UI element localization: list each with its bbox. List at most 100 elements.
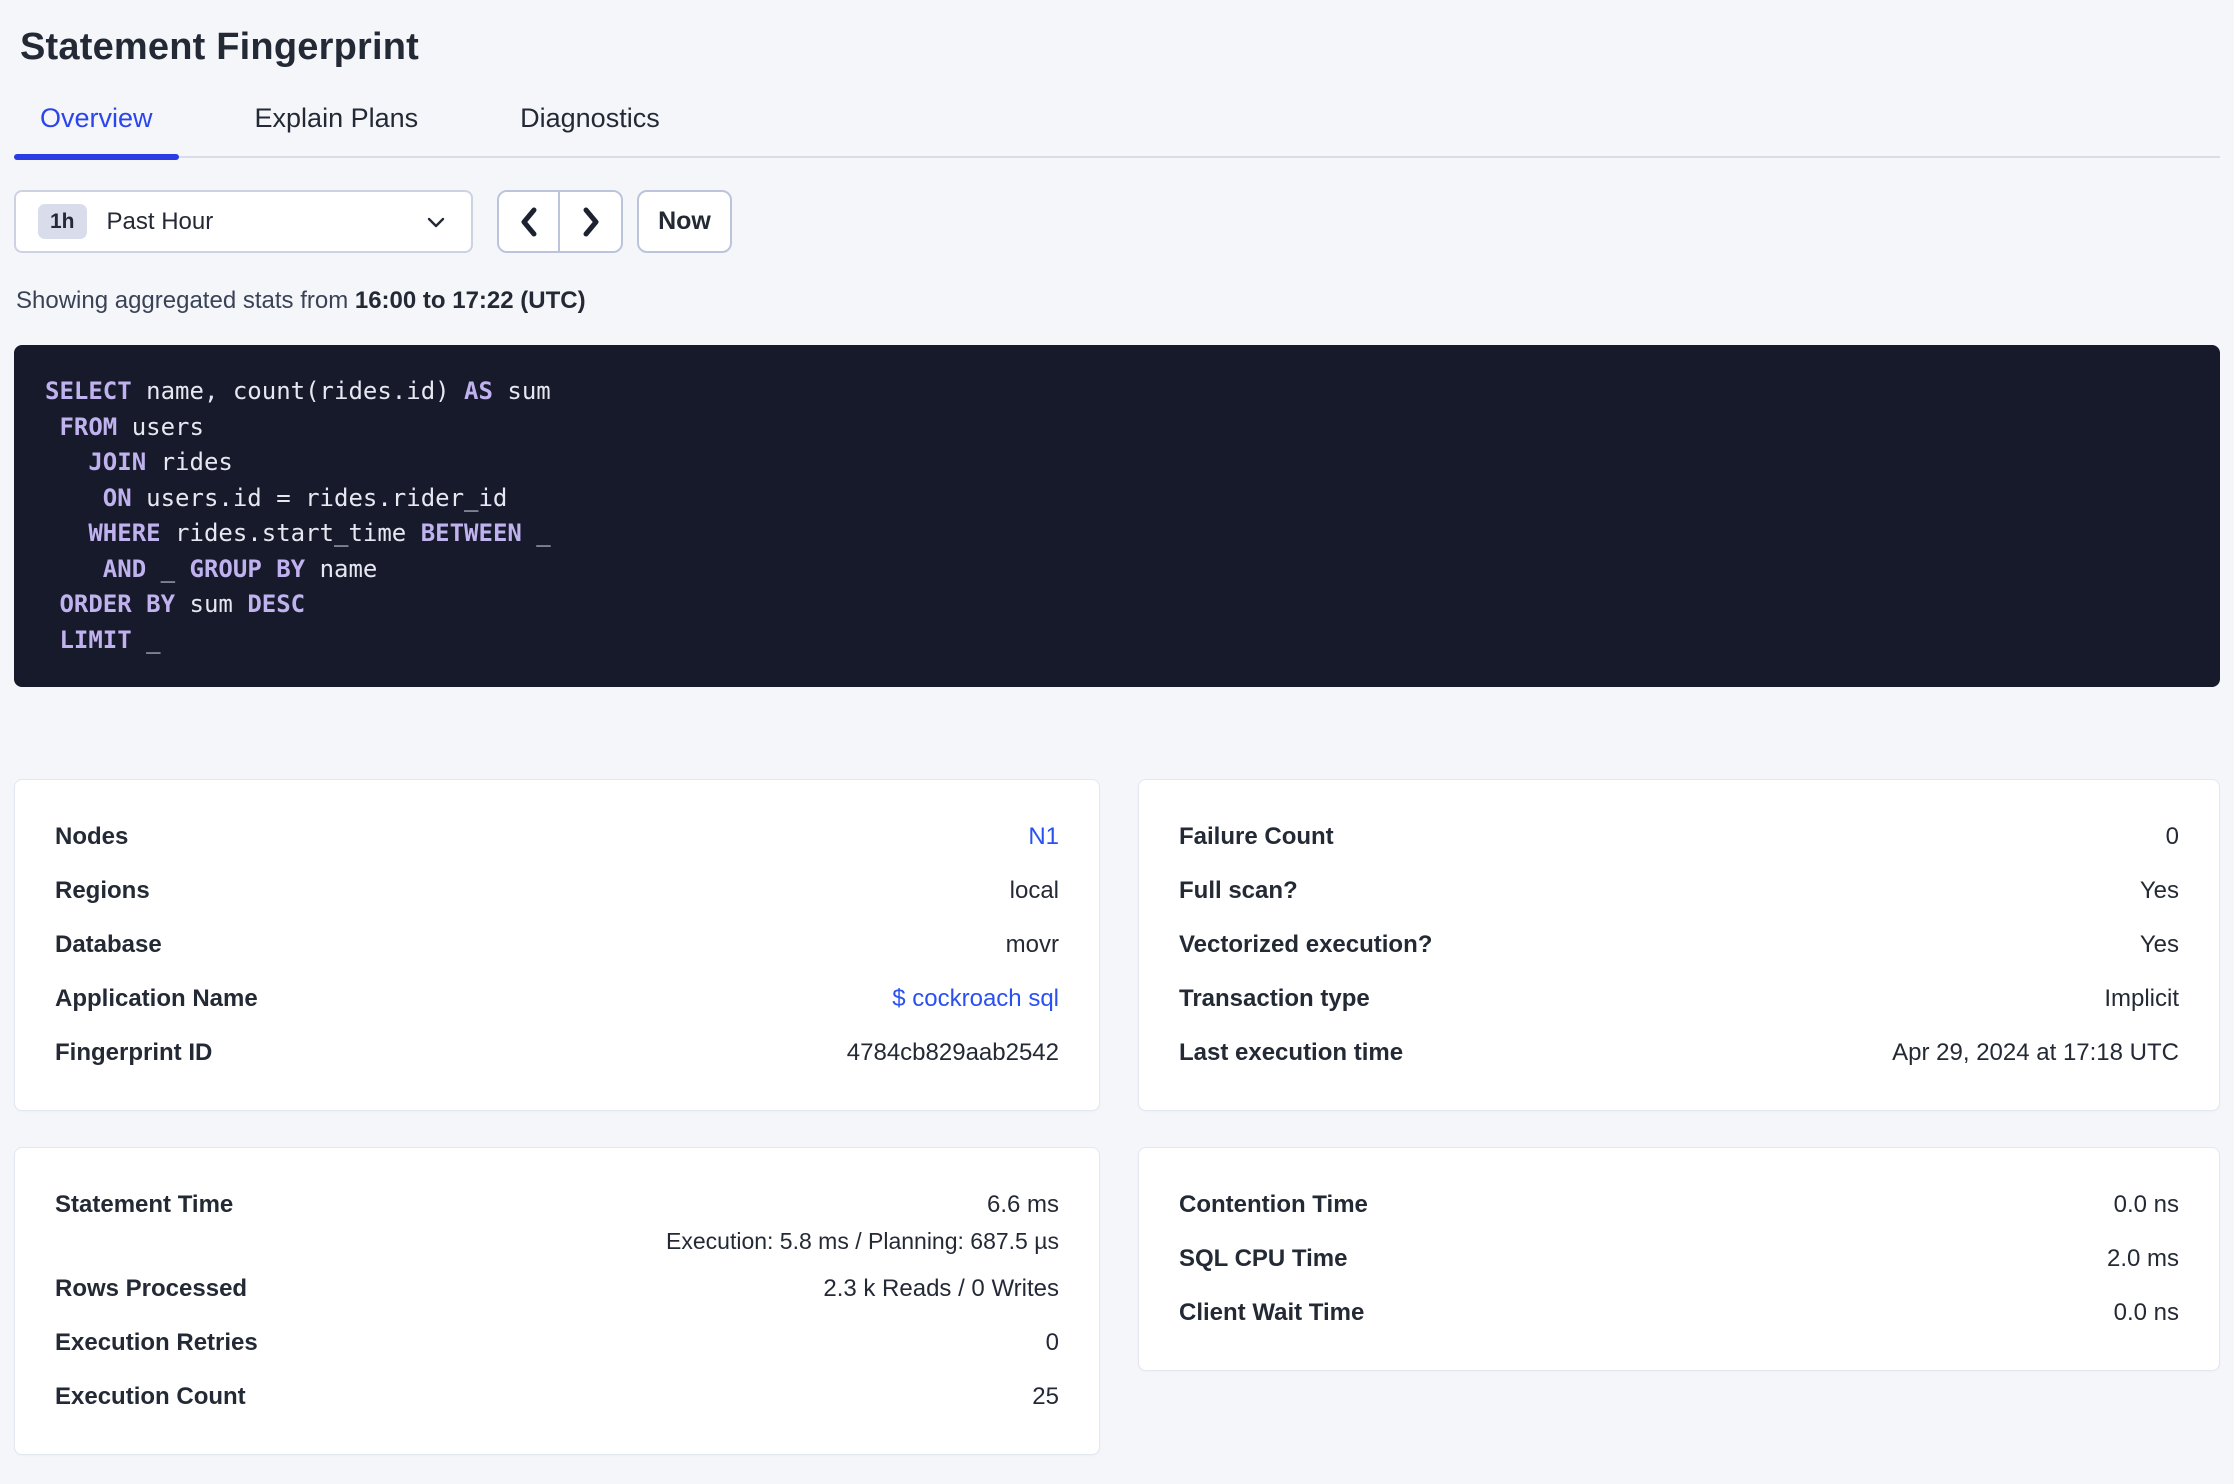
card-row-value-wrap: Yes <box>2140 918 2179 972</box>
previous-time-button[interactable] <box>499 192 560 251</box>
card-row-label: Client Wait Time <box>1179 1299 1365 1326</box>
card-row-label: Nodes <box>55 823 129 850</box>
card-row-value: 0 <box>2165 823 2179 850</box>
card-row-label: Execution Retries <box>55 1329 258 1356</box>
card-row-value-wrap: $ cockroach sql <box>892 972 1059 1026</box>
card-row: Fingerprint ID 4784cb829aab2542 <box>55 1026 1059 1080</box>
statement-fingerprint-page: Statement Fingerprint Overview Explain P… <box>0 26 2234 1455</box>
card-row-value: Yes <box>2139 931 2179 958</box>
overview-cards-row: Nodes N1 Regions local Database movr Applicati… <box>14 779 2220 1111</box>
now-button[interactable]: Now <box>637 190 732 253</box>
execution-attributes-card: Failure Count 0 Full scan? Yes Vectorized ex… <box>1138 779 2220 1111</box>
aggregated-stats-line: Showing aggregated stats from 16:00 to 1… <box>16 287 2220 315</box>
card-row-value: 0 <box>1045 1329 1059 1356</box>
card-row: Failure Count 0 <box>1179 810 2179 864</box>
card-row-label: Statement Time <box>55 1191 234 1218</box>
card-row-label: Regions <box>55 877 150 904</box>
card-row: Transaction type Implicit <box>1179 972 2179 1026</box>
card-row: Database movr <box>55 918 1059 972</box>
card-row-value-wrap: Apr 29, 2024 at 17:18 UTC <box>1892 1026 2179 1080</box>
page-title: Statement Fingerprint <box>20 26 420 68</box>
card-row-value: 0.0 ns <box>2113 1191 2179 1218</box>
card-row-value: Yes <box>2139 877 2179 904</box>
card-row-value-link[interactable]: $ cockroach sql <box>892 985 1059 1012</box>
chevron-down-icon <box>427 217 445 227</box>
card-row-label: Fingerprint ID <box>55 1039 213 1066</box>
card-row-value: 4784cb829aab2542 <box>846 1039 1059 1066</box>
card-row: Nodes N1 <box>55 810 1059 864</box>
card-row-value: 0.0 ns <box>2113 1299 2179 1326</box>
card-row-label: Failure Count <box>1179 823 1334 850</box>
tab-bar: Overview Explain Plans Diagnostics <box>14 103 2220 160</box>
chevron-right-icon <box>583 207 598 236</box>
card-row-value-wrap: Implicit <box>2104 972 2179 1026</box>
wait-timing-card: Contention Time 0.0 ns SQL CPU Time 2.0 ms C… <box>1138 1147 2220 1371</box>
card-row-label: Vectorized execution? <box>1179 931 1433 958</box>
card-row-label: Rows Processed <box>55 1275 248 1302</box>
card-row: Application Name $ cockroach sql <box>55 972 1059 1026</box>
card-row-value: 6.6 ms <box>986 1191 1059 1218</box>
tab-overview[interactable]: Overview <box>14 103 179 160</box>
next-time-button[interactable] <box>560 192 621 251</box>
card-row-label: Execution Count <box>55 1383 246 1410</box>
time-range-dropdown[interactable]: 1h Past Hour <box>14 190 473 253</box>
card-row-label: Contention Time <box>1179 1191 1368 1218</box>
card-row: SQL CPU Time 2.0 ms <box>1179 1232 2179 1286</box>
card-row-value: 2.3 k Reads / 0 Writes <box>823 1275 1059 1302</box>
tab-explain-plans[interactable]: Explain Plans <box>229 103 445 156</box>
card-row-value: movr <box>1005 931 1059 958</box>
card-row-value: 25 <box>1032 1383 1059 1410</box>
chevron-left-icon <box>521 207 536 236</box>
card-row: Execution Retries 0 <box>55 1316 1059 1370</box>
card-row: Execution Count 25 <box>55 1370 1059 1424</box>
card-row-label: SQL CPU Time <box>1179 1245 1348 1272</box>
tab-explain-plans-label: Explain Plans <box>254 103 419 133</box>
statement-timing-card: Statement Time 6.6 ms Execution: 5.8 ms / … <box>14 1147 1100 1455</box>
card-row-label: Full scan? <box>1179 877 1298 904</box>
card-row-value-wrap: movr <box>1006 918 1059 972</box>
timing-cards-row: Statement Time 6.6 ms Execution: 5.8 ms / … <box>14 1147 2220 1455</box>
time-toolbar: 1h Past Hour Now <box>14 190 2220 253</box>
card-row-value: local <box>1009 877 1059 904</box>
card-row-value-wrap: 25 <box>1032 1370 1059 1424</box>
card-row-value-wrap: 0.0 ns <box>2114 1286 2179 1340</box>
sql-statement-box: SELECT name, count(rides.id) AS sum FROM… <box>14 345 2220 687</box>
card-row: Regions local <box>55 864 1059 918</box>
card-row-value-wrap: 0 <box>1046 1316 1059 1370</box>
card-row-value: Apr 29, 2024 at 17:18 UTC <box>1892 1039 2179 1066</box>
card-row-label: Last execution time <box>1179 1039 1404 1066</box>
card-row-value-wrap: 0 <box>2166 810 2179 864</box>
time-step-group <box>497 190 623 253</box>
card-row: Contention Time 0.0 ns <box>1179 1178 2179 1232</box>
card-row-value-wrap: 2.0 ms <box>2107 1232 2179 1286</box>
card-row-label: Application Name <box>55 985 258 1012</box>
card-row: Client Wait Time 0.0 ns <box>1179 1286 2179 1340</box>
card-row-label: Transaction type <box>1179 985 1370 1012</box>
active-tab-underline <box>14 154 179 160</box>
time-range-label: Past Hour <box>106 207 214 235</box>
aggregated-stats-range: 16:00 to 17:22 (UTC) <box>354 287 586 314</box>
card-row: Rows Processed 2.3 k Reads / 0 Writes <box>55 1262 1059 1316</box>
card-row-value-wrap: N1 <box>1028 810 1059 864</box>
card-row-value-wrap: 2.3 k Reads / 0 Writes <box>823 1262 1059 1316</box>
aggregated-stats-prefix: Showing aggregated stats from <box>16 287 355 314</box>
card-row: Last execution time Apr 29, 2024 at 17:18… <box>1179 1026 2179 1080</box>
tab-diagnostics-label: Diagnostics <box>520 103 660 133</box>
sql-statement-text: SELECT name, count(rides.id) AS sum FROM… <box>45 377 551 654</box>
card-row: Statement Time 6.6 ms Execution: 5.8 ms / … <box>55 1178 1059 1262</box>
card-row-value-wrap: Yes <box>2140 864 2179 918</box>
card-row: Vectorized execution? Yes <box>1179 918 2179 972</box>
card-row: Full scan? Yes <box>1179 864 2179 918</box>
card-row-subvalue: Execution: 5.8 ms / Planning: 687.5 µs <box>666 1228 1059 1254</box>
card-row-value-wrap: 0.0 ns <box>2114 1178 2179 1232</box>
statement-details-card: Nodes N1 Regions local Database movr Applicati… <box>14 779 1100 1111</box>
card-row-value-wrap: 4784cb829aab2542 <box>847 1026 1059 1080</box>
card-row-value: Implicit <box>2104 985 2179 1012</box>
card-row-label: Database <box>55 931 162 958</box>
card-row-value-wrap: local <box>1010 864 1059 918</box>
card-row-value-wrap: 6.6 ms Execution: 5.8 ms / Planning: 687.… <box>666 1178 1059 1262</box>
tab-diagnostics[interactable]: Diagnostics <box>494 103 686 156</box>
tab-overview-label: Overview <box>40 103 153 133</box>
time-range-badge: 1h <box>38 204 87 239</box>
card-row-value-link[interactable]: N1 <box>1028 823 1059 850</box>
